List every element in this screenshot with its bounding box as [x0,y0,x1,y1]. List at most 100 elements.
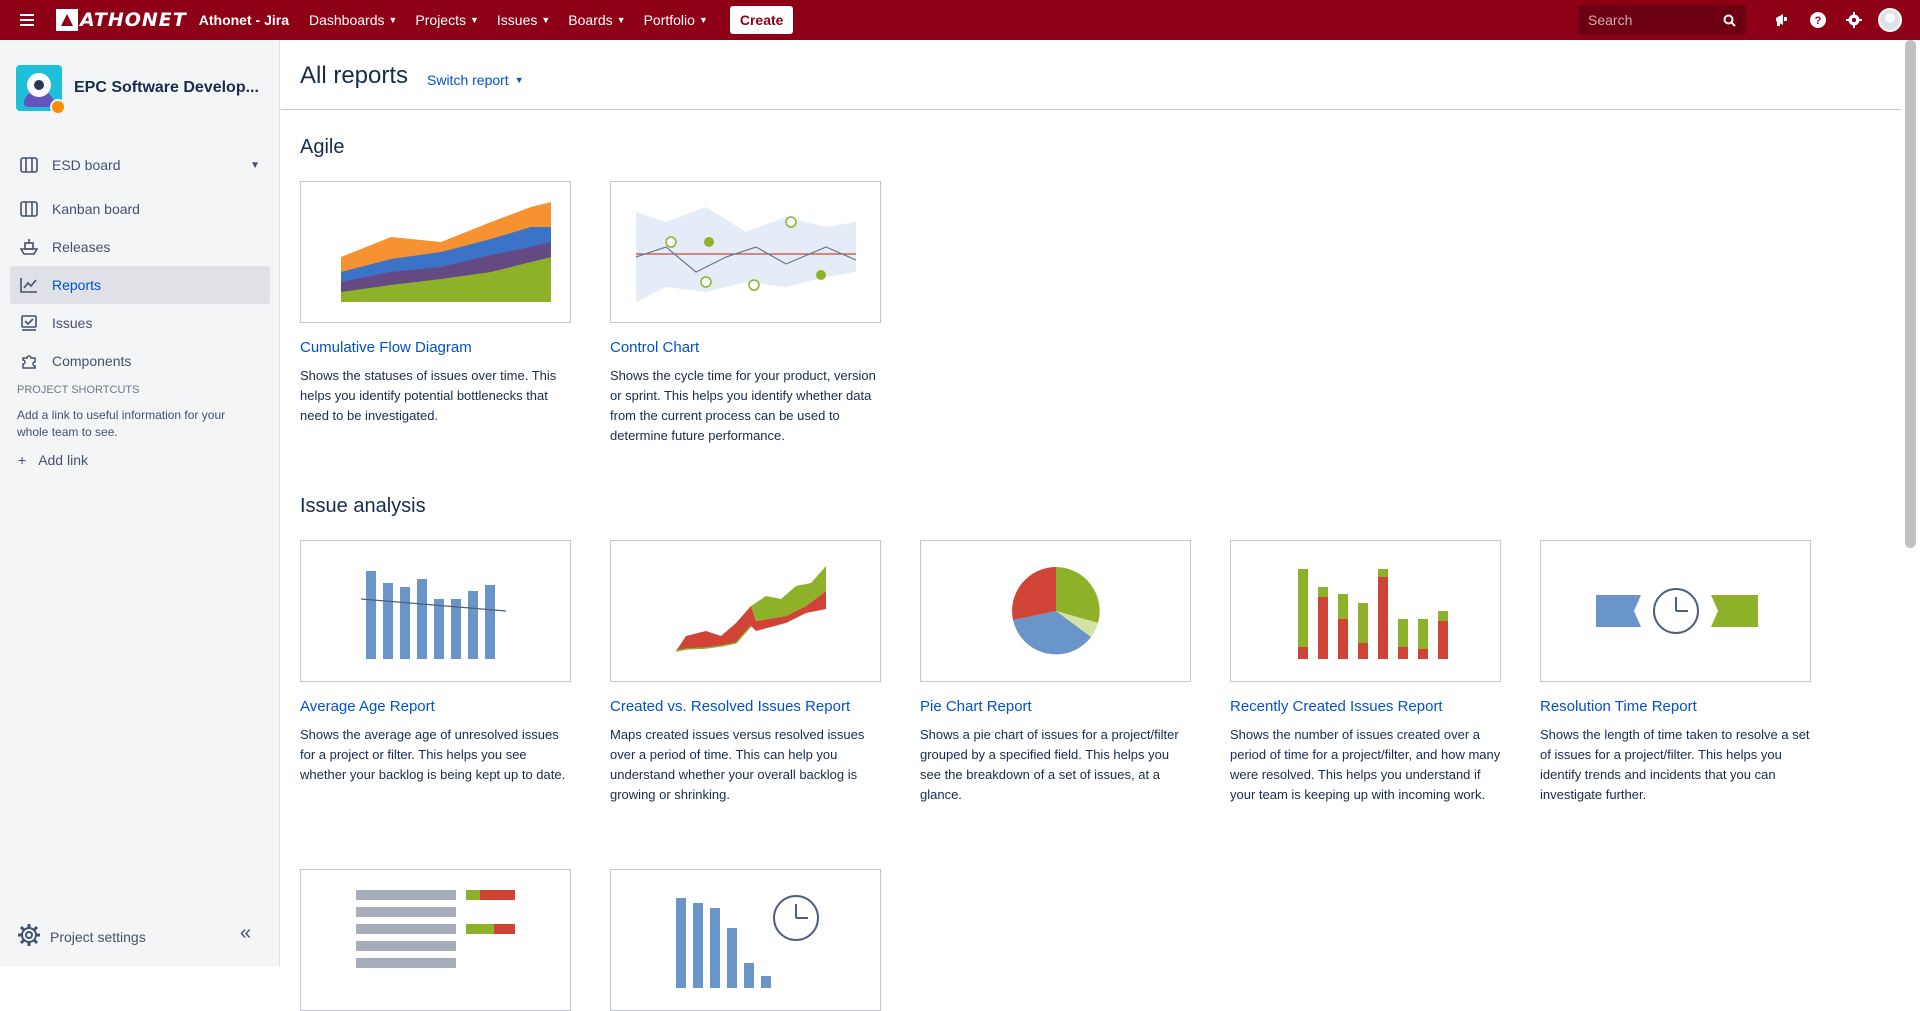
sidebar-item-kanban-board[interactable]: Kanban board [10,190,270,228]
report-description: Shows the average age of unresolved issu… [300,727,566,782]
project-settings-button[interactable]: Project settings [18,924,146,949]
nav-portfolio[interactable]: Portfolio ▼ [644,12,708,28]
gear-icon [18,924,40,949]
project-avatar [16,65,66,115]
chevron-down-icon: ▼ [388,15,398,25]
report-description: Shows the statuses of issues over time. … [300,368,557,423]
board-selector-label: ESD board [52,157,121,173]
search-icon [1723,14,1736,27]
nav-portfolio-label: Portfolio [643,12,695,28]
project-name: EPC Software Develop... [74,79,259,96]
nav-projects-label: Projects [415,12,466,28]
create-button[interactable]: Create [729,6,794,34]
chevron-down-icon: ▼ [514,75,524,85]
board-icon [18,199,40,219]
chart-icon [18,275,40,295]
nav-issues-label: Issues [496,12,538,28]
average-age-thumbnail [300,540,571,682]
report-title[interactable]: Cumulative Flow Diagram [300,339,571,356]
report-title[interactable]: Created vs. Resolved Issues Report [610,698,881,715]
report-title[interactable]: Control Chart [610,339,881,356]
report-card-partial-1[interactable] [300,869,571,1011]
section-heading-issue-analysis: Issue analysis [300,495,426,517]
report-card-partial-2[interactable] [610,869,881,1011]
project-header[interactable]: EPC Software Develop... [0,40,279,120]
menu-icon[interactable] [0,0,54,40]
resolution-time-thumbnail [1540,540,1811,682]
switch-report-dropdown[interactable]: Switch report ▼ [427,72,524,88]
avatar [1878,8,1902,32]
ship-icon [18,237,40,257]
board-icon [18,155,40,175]
report-card-cumulative-flow[interactable]: Cumulative Flow Diagram Shows the status… [300,181,571,426]
scrollbar-thumb[interactable] [1905,40,1916,548]
sidebar-item-reports[interactable]: Reports [10,266,270,304]
report-title[interactable]: Resolution Time Report [1540,698,1811,715]
notifications-icon[interactable] [1764,0,1800,40]
created-vs-resolved-thumbnail [610,540,881,682]
report-description: Shows the cycle time for your product, v… [610,368,876,443]
page-header: All reports Switch report ▼ [281,40,1901,110]
sidebar-item-issues[interactable]: Issues [10,304,270,342]
report-thumbnail-partial-2 [610,869,881,1011]
top-right-tools: Search ? [1578,0,1920,40]
report-card-resolution-time[interactable]: Resolution Time Report Shows the length … [1540,540,1811,805]
nav-boards[interactable]: Boards ▼ [568,12,625,28]
project-avatar-face [27,73,51,97]
project-sidebar: EPC Software Develop... ESD board ▼ Kanb… [0,40,280,966]
project-settings-label: Project settings [50,928,146,945]
report-card-average-age[interactable]: Average Age Report Shows the average age… [300,540,571,785]
shortcuts-heading: PROJECT SHORTCUTS [17,384,140,396]
chevron-down-icon: ▼ [698,15,708,25]
report-card-recently-created[interactable]: Recently Created Issues Report Shows the… [1230,540,1501,805]
chevron-down-icon: ▼ [250,159,260,171]
switch-report-label: Switch report [427,72,509,88]
chevron-down-icon: ▼ [616,15,626,25]
top-navigation: ATHONET Athonet - Jira Dashboards ▼ Proje… [0,0,1920,40]
nav-issues[interactable]: Issues ▼ [497,12,550,28]
avatar-button[interactable] [1872,0,1908,40]
add-link-label: Add link [38,452,88,468]
sidebar-item-components[interactable]: Components [10,342,270,380]
chevron-down-icon: ▼ [541,15,551,25]
issues-icon [18,313,40,333]
sidebar-item-releases[interactable]: Releases [10,228,270,266]
sidebar-item-label: Kanban board [52,201,140,217]
add-link-button[interactable]: + Add link [18,452,88,468]
sidebar-item-label: Releases [52,239,111,255]
help-icon[interactable]: ? [1800,0,1836,40]
recently-created-thumbnail [1230,540,1501,682]
cumulative-flow-thumbnail [300,181,571,323]
brand-name: ATHONET [80,9,187,31]
main-content: All reports Switch report ▼ Agile Cumula… [281,40,1901,1011]
report-title[interactable]: Average Age Report [300,698,571,715]
logo-mark-icon [56,9,78,31]
sidebar-item-label: Components [52,353,132,369]
report-title[interactable]: Pie Chart Report [920,698,1191,715]
nav-projects[interactable]: Projects ▼ [415,12,479,28]
control-chart-thumbnail [610,181,881,323]
shortcuts-description: Add a link to useful information for you… [17,408,226,439]
report-thumbnail-partial-1 [300,869,571,1011]
search-placeholder: Search [1588,12,1633,28]
report-description: Shows the length of time taken to resolv… [1540,727,1810,802]
nav-dashboards[interactable]: Dashboards ▼ [309,12,397,28]
report-card-control-chart[interactable]: Control Chart Shows the cycle time for y… [610,181,881,446]
search-input[interactable]: Search [1578,5,1746,35]
brand-logo[interactable]: ATHONET [56,0,187,40]
report-description: Shows a pie chart of issues for a projec… [920,727,1179,802]
report-card-created-vs-resolved[interactable]: Created vs. Resolved Issues Report Maps … [610,540,881,805]
page-scrollbar[interactable] [1901,40,1920,966]
board-selector[interactable]: ESD board ▼ [10,146,270,184]
sidebar-item-label: Reports [52,277,102,293]
collapse-sidebar-icon[interactable]: « [240,922,251,945]
software-badge-icon [50,99,66,115]
sidebar-item-label: Issues [52,315,93,331]
report-title[interactable]: Recently Created Issues Report [1230,698,1501,715]
svg-text:?: ? [1815,15,1822,27]
site-title[interactable]: Athonet - Jira [199,12,289,28]
section-heading-agile: Agile [300,136,345,158]
settings-icon[interactable] [1836,0,1872,40]
pie-chart-thumbnail [920,540,1191,682]
report-card-pie-chart[interactable]: Pie Chart Report Shows a pie chart of is… [920,540,1191,805]
